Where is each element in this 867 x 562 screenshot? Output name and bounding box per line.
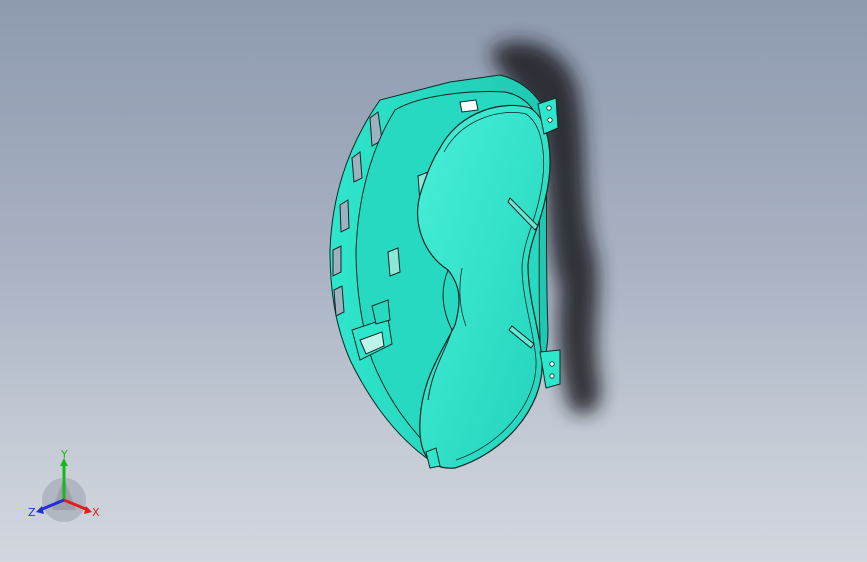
bottom-bracket bbox=[539, 349, 561, 389]
x-axis-label: X bbox=[92, 506, 100, 519]
x-axis-arrow-icon bbox=[84, 506, 92, 514]
z-axis-arrow-icon bbox=[36, 506, 44, 514]
orientation-triad: Y X Z bbox=[28, 448, 100, 522]
graphics-viewport[interactable]: Y X Z bbox=[0, 0, 867, 562]
y-axis-label: Y bbox=[60, 448, 68, 461]
z-axis-label: Z bbox=[28, 506, 36, 519]
rim-tab bbox=[459, 99, 479, 113]
rim-slot-2 bbox=[387, 247, 401, 277]
part-model[interactable] bbox=[0, 0, 867, 562]
